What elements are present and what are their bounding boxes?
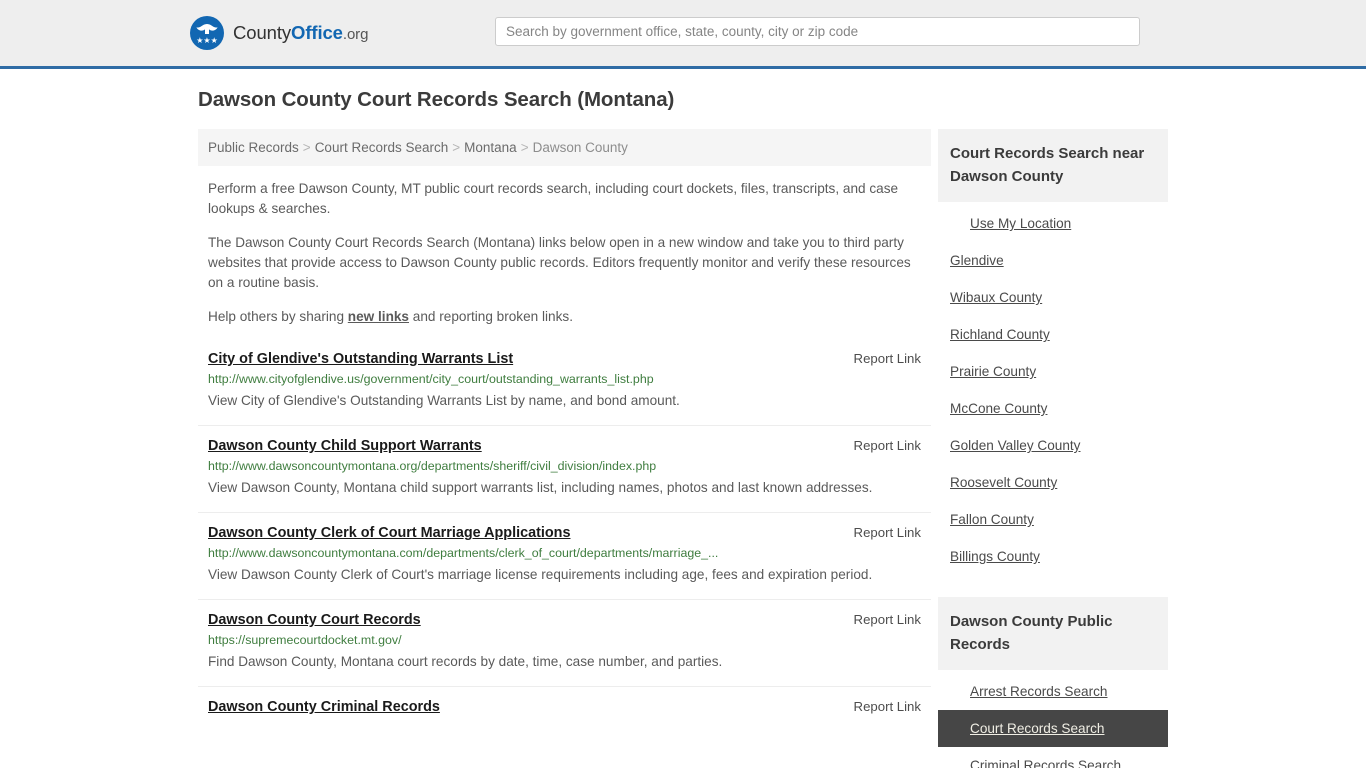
sidebar-item-billings-county[interactable]: Billings County xyxy=(938,538,1168,575)
intro-p3-after: and reporting broken links. xyxy=(409,309,573,324)
list-item: Dawson County Clerk of Court Marriage Ap… xyxy=(198,512,931,599)
sidebar-item-label: Prairie County xyxy=(950,364,1037,379)
link-header-row: City of Glendive's Outstanding Warrants … xyxy=(208,351,921,367)
brand-text-county: County xyxy=(233,22,292,43)
sidebar-item-fallon-county[interactable]: Fallon County xyxy=(938,501,1168,538)
sidebar-item-label: Criminal Records Search xyxy=(970,758,1122,768)
brand-wordmark: CountyOffice.org xyxy=(233,22,368,44)
intro-p3-before: Help others by sharing xyxy=(208,309,348,324)
search-input[interactable] xyxy=(495,17,1140,46)
sidebar-item-label: Billings County xyxy=(950,549,1040,564)
sidebar-list-public-records: Arrest Records Search Court Records Sear… xyxy=(938,670,1168,768)
intro-paragraph-1: Perform a free Dawson County, MT public … xyxy=(208,181,899,216)
sidebar-item-label: McCone County xyxy=(950,401,1048,416)
page-body: Dawson County Court Records Search (Mont… xyxy=(0,69,1366,768)
sidebar-item-label: Court Records Search xyxy=(970,721,1105,736)
list-item: Dawson County Child Support Warrants Rep… xyxy=(198,425,931,512)
sidebar-item-label: Glendive xyxy=(950,253,1004,268)
report-link-button[interactable]: Report Link xyxy=(854,351,921,366)
sidebar-item-label: Golden Valley County xyxy=(950,438,1081,453)
search-container xyxy=(495,17,1140,46)
link-header-row: Dawson County Clerk of Court Marriage Ap… xyxy=(208,525,921,541)
sidebar-item-label: Use My Location xyxy=(970,216,1072,231)
page-title: Dawson County Court Records Search (Mont… xyxy=(198,88,675,111)
link-header-row: Dawson County Criminal Records Report Li… xyxy=(208,699,921,715)
result-title-link[interactable]: City of Glendive's Outstanding Warrants … xyxy=(208,351,513,367)
intro-text: Perform a free Dawson County, MT public … xyxy=(198,179,931,327)
result-description: Find Dawson County, Montana court record… xyxy=(208,654,723,669)
result-url[interactable]: http://www.dawsoncountymontana.org/depar… xyxy=(208,459,921,473)
sidebar-item-label: Arrest Records Search xyxy=(970,684,1108,699)
report-link-button[interactable]: Report Link xyxy=(854,438,921,453)
sidebar-list-near: Use My Location Glendive Wibaux County R… xyxy=(938,202,1168,575)
sidebar-item-roosevelt-county[interactable]: Roosevelt County xyxy=(938,464,1168,501)
content-columns: Public Records > Court Records Search > Mont… xyxy=(198,129,1173,768)
sidebar-item-arrest-records-search[interactable]: Arrest Records Search xyxy=(938,673,1168,710)
intro-paragraph-2: The Dawson County Court Records Search (… xyxy=(208,235,911,290)
sidebar-box-near: Court Records Search near Dawson County … xyxy=(938,129,1168,575)
sidebar-heading-near: Court Records Search near Dawson County xyxy=(938,129,1168,202)
stars-icon: ★★★ xyxy=(196,36,218,45)
breadcrumb: Public Records > Court Records Search > Mont… xyxy=(198,129,931,166)
brand-text-org: .org xyxy=(342,26,369,43)
result-description: View City of Glendive's Outstanding Warr… xyxy=(208,393,680,408)
eagle-shield-logo-icon: ★★★ xyxy=(190,16,224,50)
sidebar-heading-public-records: Dawson County Public Records xyxy=(938,597,1168,670)
sidebar-item-golden-valley-county[interactable]: Golden Valley County xyxy=(938,427,1168,464)
sidebar-item-label: Richland County xyxy=(950,327,1050,342)
list-item: Dawson County Court Records Report Link … xyxy=(198,599,931,686)
result-description: View Dawson County Clerk of Court's marr… xyxy=(208,567,873,582)
result-title-link[interactable]: Dawson County Criminal Records xyxy=(208,699,440,715)
sidebar-item-use-my-location[interactable]: Use My Location xyxy=(938,205,1168,242)
new-links-link[interactable]: new links xyxy=(348,309,409,324)
result-url[interactable]: http://www.dawsoncountymontana.com/depar… xyxy=(208,546,921,560)
result-title-link[interactable]: Dawson County Clerk of Court Marriage Ap… xyxy=(208,525,570,541)
link-header-row: Dawson County Court Records Report Link xyxy=(208,612,921,628)
breadcrumb-separator: > xyxy=(452,140,461,155)
sidebar-item-label: Roosevelt County xyxy=(950,475,1058,490)
site-logo-link[interactable]: ★★★ CountyOffice.org xyxy=(190,16,368,50)
list-item: City of Glendive's Outstanding Warrants … xyxy=(198,341,931,425)
result-title-link[interactable]: Dawson County Court Records xyxy=(208,612,421,628)
sidebar: Court Records Search near Dawson County … xyxy=(938,129,1168,768)
breadcrumb-item-dawson-county: Dawson County xyxy=(532,140,628,155)
breadcrumb-item-montana[interactable]: Montana xyxy=(464,140,517,155)
report-link-button[interactable]: Report Link xyxy=(854,612,921,627)
breadcrumb-item-court-records-search[interactable]: Court Records Search xyxy=(315,140,449,155)
sidebar-item-wibaux-county[interactable]: Wibaux County xyxy=(938,279,1168,316)
result-description: View Dawson County, Montana child suppor… xyxy=(208,480,873,495)
brand-text-office: Office xyxy=(291,22,343,43)
list-item: Dawson County Criminal Records Report Li… xyxy=(198,686,931,727)
sidebar-box-public-records: Dawson County Public Records Arrest Reco… xyxy=(938,597,1168,768)
link-results-list: City of Glendive's Outstanding Warrants … xyxy=(198,341,931,727)
report-link-button[interactable]: Report Link xyxy=(854,699,921,714)
result-title-link[interactable]: Dawson County Child Support Warrants xyxy=(208,438,482,454)
sidebar-item-richland-county[interactable]: Richland County xyxy=(938,316,1168,353)
sidebar-item-court-records-search[interactable]: Court Records Search xyxy=(938,710,1168,747)
main-column: Public Records > Court Records Search > Mont… xyxy=(198,129,931,727)
sidebar-item-prairie-county[interactable]: Prairie County xyxy=(938,353,1168,390)
sidebar-item-mccone-county[interactable]: McCone County xyxy=(938,390,1168,427)
page-container: Dawson County Court Records Search (Mont… xyxy=(193,88,1173,768)
sidebar-item-criminal-records-search[interactable]: Criminal Records Search xyxy=(938,747,1168,768)
result-url[interactable]: https://supremecourtdocket.mt.gov/ xyxy=(208,633,921,647)
sidebar-item-label: Wibaux County xyxy=(950,290,1043,305)
link-header-row: Dawson County Child Support Warrants Rep… xyxy=(208,438,921,454)
breadcrumb-separator: > xyxy=(520,140,529,155)
breadcrumb-item-public-records[interactable]: Public Records xyxy=(208,140,299,155)
sidebar-item-glendive[interactable]: Glendive xyxy=(938,242,1168,279)
result-url[interactable]: http://www.cityofglendive.us/government/… xyxy=(208,372,921,386)
sidebar-item-label: Fallon County xyxy=(950,512,1034,527)
report-link-button[interactable]: Report Link xyxy=(854,525,921,540)
breadcrumb-separator: > xyxy=(302,140,311,155)
site-header: ★★★ CountyOffice.org xyxy=(0,0,1366,69)
intro-paragraph-3: Help others by sharing new links and rep… xyxy=(198,307,931,327)
